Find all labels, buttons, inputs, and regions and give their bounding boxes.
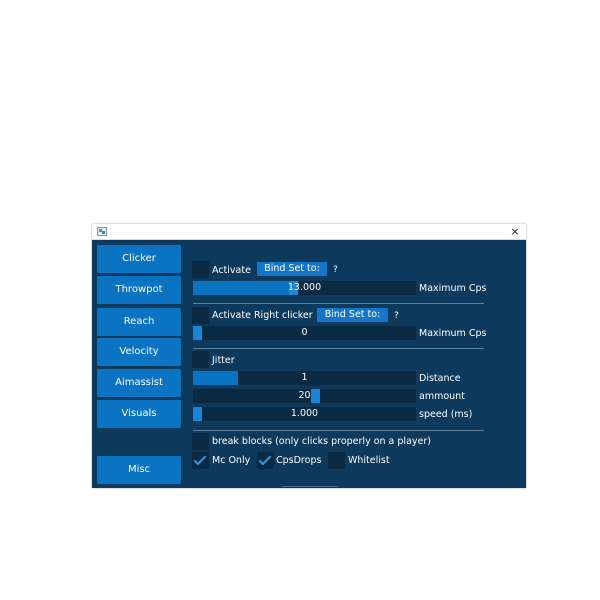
break-blocks-label: break blocks (only clicks properly on a … [212,436,431,447]
app-icon [97,227,107,236]
bottom-divider [282,486,338,487]
activate-right-clicker-checkbox[interactable] [192,307,209,324]
divider [193,348,484,349]
max-cps-label: Maximum Cps [419,283,487,294]
distance-label: Distance [419,373,461,384]
close-button[interactable]: × [508,224,522,240]
title-bar[interactable]: × [92,224,526,240]
right-bind-button[interactable]: Bind Set to: [317,308,388,322]
mc-only-label: Mc Only [212,455,251,466]
max-cps-slider[interactable]: 13.000 [193,281,416,295]
right-help-icon[interactable]: ? [394,310,399,322]
whitelist-checkbox[interactable] [328,452,345,469]
jitter-checkbox[interactable] [192,351,209,368]
bind-button[interactable]: Bind Set to: [257,262,327,276]
right-max-cps-label: Maximum Cps [419,328,487,339]
mc-only-checkbox[interactable] [192,452,209,469]
speed-label: speed (ms) [419,409,473,420]
clicker-window: × Clicker Throwpot Reach Velocity Aimass… [92,224,526,488]
sidebar-item-visuals[interactable]: Visuals [97,400,181,428]
sidebar-item-clicker[interactable]: Clicker [97,245,181,273]
right-max-cps-slider[interactable]: 0 [193,326,416,340]
jitter-label: Jitter [212,355,235,366]
break-blocks-checkbox[interactable] [192,433,209,450]
distance-value: 1 [301,372,308,383]
speed-value: 1.000 [290,408,319,419]
whitelist-label: Whitelist [348,455,390,466]
cps-drops-checkbox[interactable] [257,452,274,469]
ammount-label: ammount [419,391,465,402]
sidebar-item-misc[interactable]: Misc [97,456,181,484]
activate-right-clicker-label: Activate Right clicker [212,310,313,321]
max-cps-value: 13.000 [287,282,322,293]
activate-label: Activate [212,265,251,276]
activate-checkbox[interactable] [192,261,209,278]
divider [193,303,484,304]
sidebar-item-reach[interactable]: Reach [97,308,181,336]
ammount-value: 20 [298,390,311,401]
cps-drops-label: CpsDrops [276,455,322,466]
help-icon[interactable]: ? [333,264,338,276]
ammount-slider[interactable]: 20 [193,389,416,403]
speed-slider[interactable]: 1.000 [193,407,416,421]
right-max-cps-value: 0 [301,327,308,338]
sidebar-item-throwpot[interactable]: Throwpot [97,276,181,304]
divider [193,430,484,431]
distance-slider[interactable]: 1 [193,371,416,385]
sidebar-item-aimassist[interactable]: Aimassist [97,369,181,397]
sidebar-item-velocity[interactable]: Velocity [97,338,181,366]
